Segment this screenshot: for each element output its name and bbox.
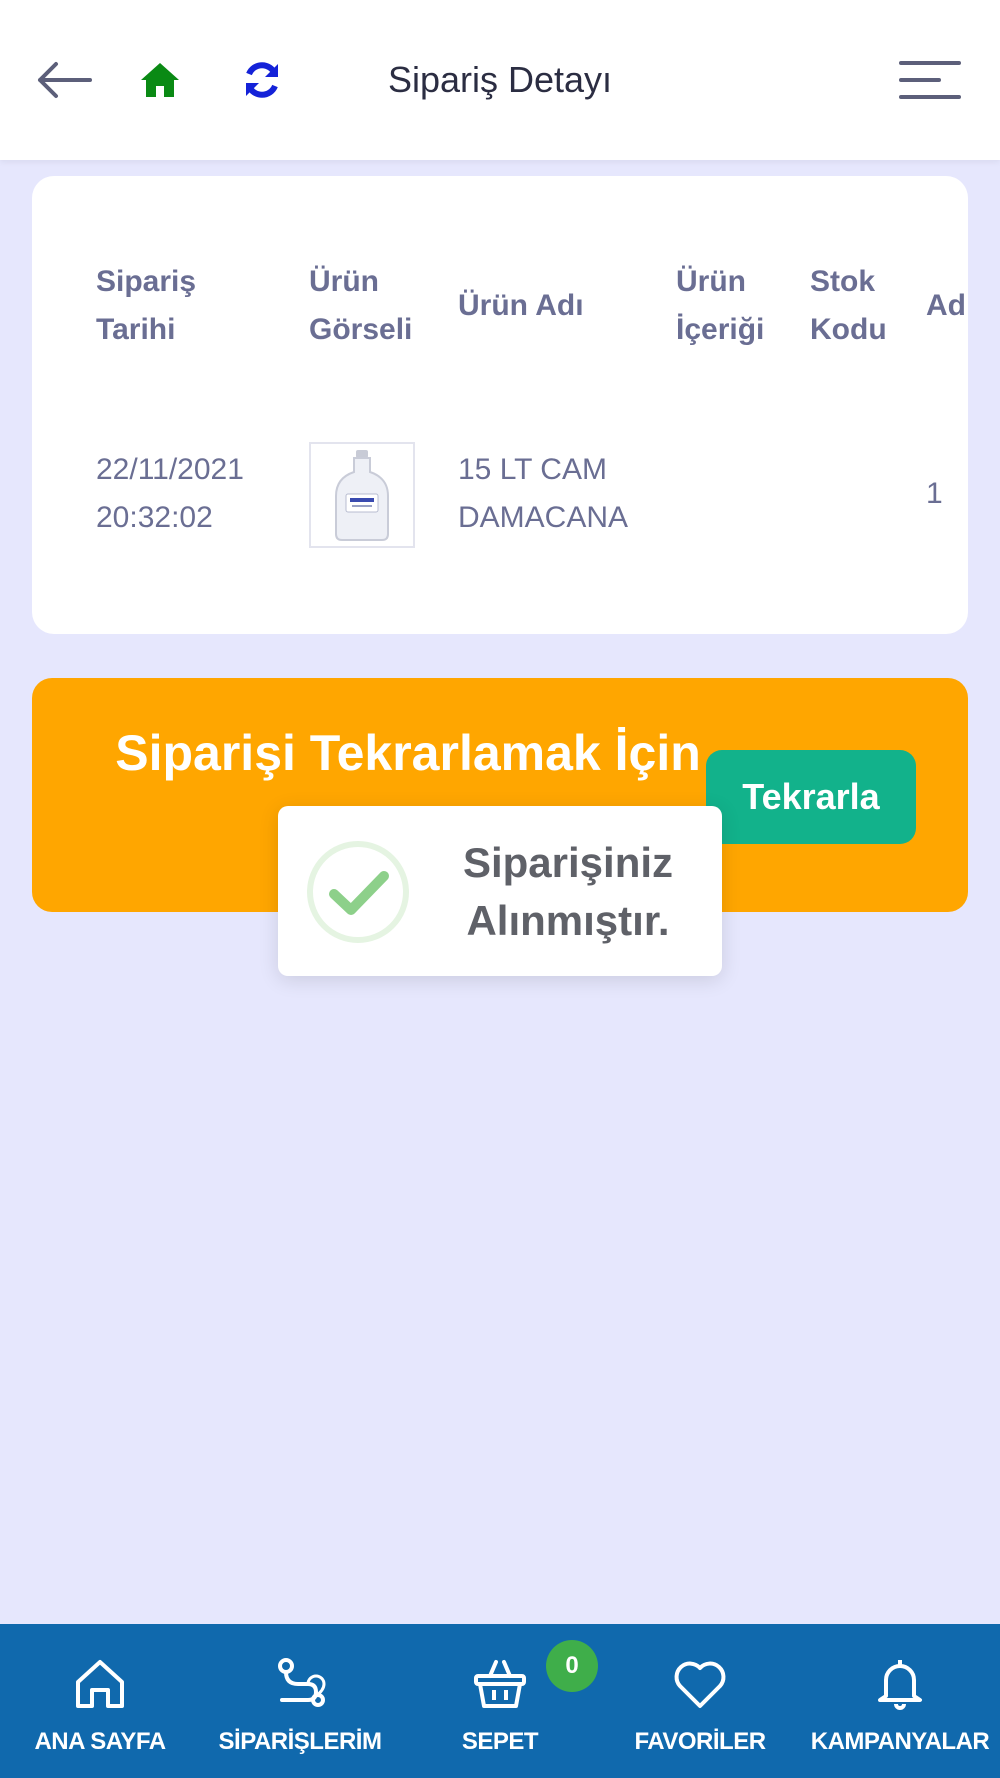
nav-label-cart: SEPET (461, 1728, 539, 1755)
route-icon (278, 1658, 326, 1707)
nav-label-campaigns: KAMPANYALAR (810, 1728, 990, 1755)
column-header-order-date: Sipariş Tarihi (96, 265, 197, 346)
cell-product-name: 15 LT CAM DAMACANA (458, 453, 629, 534)
toast-message: Siparişiniz Alınmıştır. (462, 839, 674, 944)
water-bottle-image (335, 450, 389, 541)
nav-item-favorites[interactable]: FAVORİLER (620, 1624, 780, 1778)
order-detail-table: Sipariş Tarihi Ürün Görseli Ürün Adı Ürü… (32, 176, 968, 634)
app-header: Sipariş Detayı (0, 0, 1000, 160)
success-toast: Siparişiniz Alınmıştır. (278, 806, 722, 976)
repeat-order-text: Siparişi Tekrarlamak İçin (115, 725, 701, 781)
product-thumbnail[interactable] (309, 442, 415, 548)
column-header-product-content: Ürün İçeriği (676, 265, 765, 346)
nav-item-orders[interactable]: SİPARİŞLERİM (205, 1624, 395, 1778)
nav-item-home[interactable]: ANA SAYFA (20, 1624, 180, 1778)
check-circle-icon (307, 841, 409, 943)
heart-icon (674, 1661, 726, 1708)
column-header-quantity: Ad (926, 289, 966, 322)
nav-label-favorites: FAVORİLER (634, 1728, 766, 1755)
home-button[interactable] (130, 50, 190, 110)
basket-icon (474, 1660, 526, 1708)
nav-label-home: ANA SAYFA (34, 1728, 166, 1755)
cell-order-date: 22/11/2021 20:32:02 (96, 453, 244, 534)
home-icon (141, 63, 179, 97)
nav-item-campaigns[interactable]: KAMPANYALAR (800, 1624, 1000, 1778)
bottom-navigation: ANA SAYFA SİPARİŞLERİM SEPET FAVORİLER K… (0, 1624, 1000, 1778)
cell-quantity: 1 (926, 477, 943, 510)
column-header-product-image: Ürün Görseli (309, 265, 413, 346)
page-title: Sipariş Detayı (387, 59, 613, 100)
cart-count-badge: 0 (546, 1640, 598, 1692)
nav-label-orders: SİPARİŞLERİM (218, 1728, 382, 1755)
refresh-icon (246, 62, 278, 98)
menu-icon (899, 61, 961, 99)
menu-button[interactable] (890, 50, 970, 110)
refresh-button[interactable] (232, 50, 292, 110)
repeat-order-button[interactable]: Tekrarla (706, 750, 916, 844)
back-button[interactable] (28, 50, 100, 110)
column-header-product-name: Ürün Adı (458, 289, 584, 322)
arrow-left-icon (38, 62, 92, 98)
column-header-stock-code: Stok Kodu (810, 265, 887, 346)
bell-icon (878, 1660, 922, 1710)
home-icon (76, 1660, 124, 1708)
